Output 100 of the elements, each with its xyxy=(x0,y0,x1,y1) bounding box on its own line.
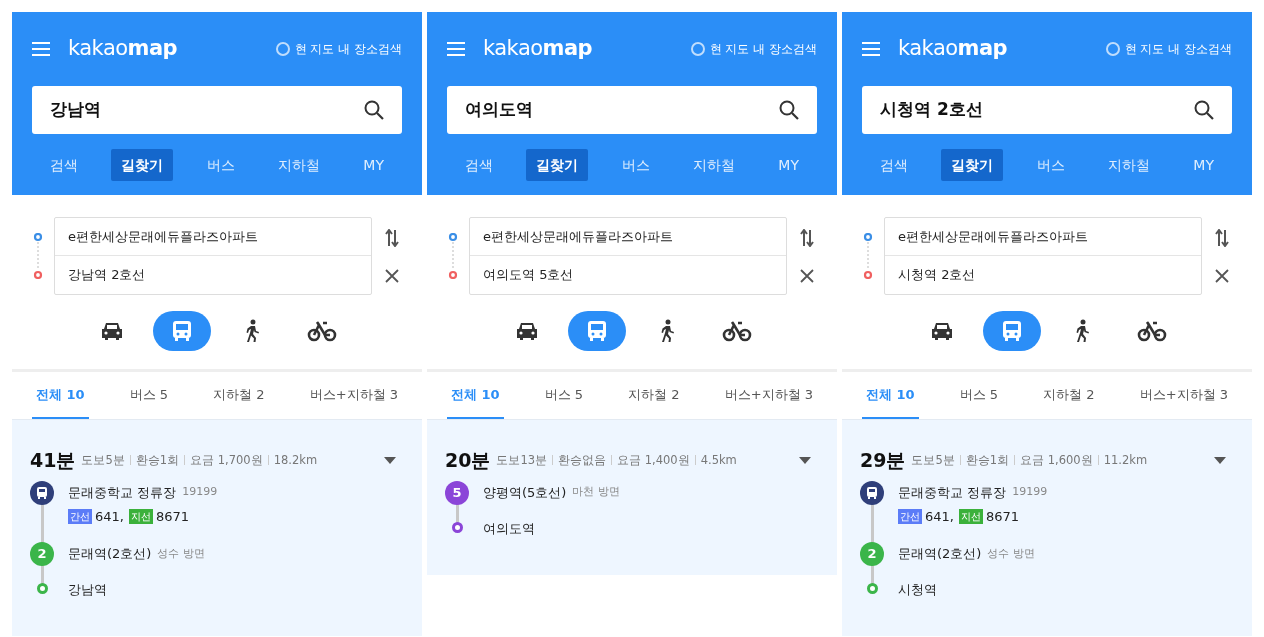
result-card[interactable]: 29분 도보5분 환승1회 요금 1,600원 11.2km 문래중학교 정류장 19199 간선 641, 지선 8671 2 문래역(2호선) 성수 방면 시청역 xyxy=(842,419,1252,636)
route-summary: 도보13분 xyxy=(496,451,548,469)
route-summary: 환승1회 xyxy=(135,451,180,469)
result-tab[interactable]: 지하철 2 xyxy=(1039,372,1099,419)
result-tab[interactable]: 버스 5 xyxy=(125,372,173,419)
origin-field[interactable]: e편한세상문래에듀플라즈아파트 xyxy=(885,218,1201,256)
stop-id: 19199 xyxy=(182,484,218,501)
stop-name: 문래역(2호선) xyxy=(68,545,152,564)
bus-number: 8671 xyxy=(985,507,1020,526)
nav-tab[interactable]: 길찾기 xyxy=(111,149,174,181)
route-summary: 환승없음 xyxy=(558,451,607,469)
line-badge: 2 xyxy=(30,542,54,566)
bus-icon xyxy=(586,320,608,342)
search-icon[interactable] xyxy=(1194,100,1214,120)
car-icon xyxy=(515,321,539,341)
route-dots-icon xyxy=(447,233,459,279)
search-field[interactable]: 강남역 xyxy=(32,86,402,134)
route-dots-icon xyxy=(862,233,874,279)
route-duration: 20분 xyxy=(445,448,491,473)
stop-name: 양평역(5호선) xyxy=(483,483,567,502)
kakaomap-logo: kakaomap xyxy=(68,35,178,63)
bus-stop-icon xyxy=(30,480,54,505)
stop-name: 문래중학교 정류장 xyxy=(68,483,177,502)
bicycle-icon xyxy=(1137,320,1167,342)
bicycle-icon xyxy=(307,320,337,342)
stop-id: 19199 xyxy=(1012,484,1048,501)
menu-icon[interactable] xyxy=(32,41,50,57)
stop-name: 여의도역 xyxy=(483,519,535,538)
swap-icon[interactable] xyxy=(1215,229,1229,247)
route-duration: 41분 xyxy=(30,448,76,473)
bus-number: 641, xyxy=(95,507,124,526)
menu-icon[interactable] xyxy=(447,41,465,57)
scope-label: 현 지도 내 장소검색 xyxy=(1124,41,1232,58)
radio-button[interactable] xyxy=(275,42,290,56)
result-tab[interactable]: 버스 5 xyxy=(540,372,588,419)
search-field[interactable]: 시청역 2호선 xyxy=(862,86,1232,134)
bus-icon xyxy=(1001,320,1023,342)
menu-icon[interactable] xyxy=(862,41,880,57)
search-icon[interactable] xyxy=(779,100,799,120)
dropdown-icon[interactable] xyxy=(799,456,811,464)
destination-field[interactable]: 강남역 2호선 xyxy=(55,256,371,294)
route-summary: 18.2km xyxy=(273,451,318,469)
bus-number: 8671 xyxy=(155,507,190,526)
origin-field[interactable]: e편한세상문래에듀플라즈아파트 xyxy=(470,218,786,256)
origin-field[interactable]: e편한세상문래에듀플라즈아파트 xyxy=(55,218,371,256)
route-summary: 11.2km xyxy=(1103,451,1148,469)
swap-icon[interactable] xyxy=(800,229,814,247)
bicycle-icon xyxy=(722,320,752,342)
route-summary: 요금 1,400원 xyxy=(617,451,690,469)
result-tab[interactable]: 지하철 2 xyxy=(209,372,269,419)
route-summary: 요금 1,700원 xyxy=(190,451,263,469)
bus-number: 641, xyxy=(925,507,954,526)
kakaomap-logo: kakaomap xyxy=(483,35,593,63)
swap-icon[interactable] xyxy=(385,229,399,247)
bus-type-tag: 간선 xyxy=(68,508,92,524)
direction-label: 성수 방면 xyxy=(987,545,1035,562)
direction-label: 마천 방면 xyxy=(572,484,620,501)
bus-icon xyxy=(171,320,193,342)
stop-name: 문래중학교 정류장 xyxy=(898,483,1007,502)
close-icon[interactable] xyxy=(385,269,399,283)
bus-stop-icon xyxy=(860,480,884,505)
radio-button[interactable] xyxy=(690,42,705,56)
route-summary: 도보5분 xyxy=(81,451,125,469)
bus-type-tag: 간선 xyxy=(898,508,922,524)
car-icon xyxy=(100,321,124,341)
destination-field[interactable]: 여의도역 5호선 xyxy=(470,256,786,294)
nav-tab[interactable]: 길찾기 xyxy=(941,149,1004,181)
close-icon[interactable] xyxy=(800,269,814,283)
stop-name: 문래역(2호선) xyxy=(898,545,982,564)
destination-field[interactable]: 시청역 2호선 xyxy=(885,256,1201,294)
result-tab[interactable]: 버스+지하철 3 xyxy=(720,372,817,419)
kakaomap-logo: kakaomap xyxy=(898,35,1008,63)
direction-label: 성수 방면 xyxy=(157,545,205,562)
route-summary: 요금 1,600원 xyxy=(1020,451,1093,469)
nav-tab[interactable]: 길찾기 xyxy=(526,149,589,181)
route-summary: 도보5분 xyxy=(911,451,955,469)
stop-name: 강남역 xyxy=(68,581,107,600)
result-tab[interactable]: 버스+지하철 3 xyxy=(1135,372,1232,419)
scope-label: 현 지도 내 장소검색 xyxy=(709,41,817,58)
radio-button[interactable] xyxy=(1105,42,1120,56)
result-card[interactable]: 20분 도보13분 환승없음 요금 1,400원 4.5km 5 양평역(5호선) 마천 방면 여의도역 xyxy=(427,419,837,575)
search-icon[interactable] xyxy=(364,100,384,120)
dropdown-icon[interactable] xyxy=(384,456,396,464)
bus-type-tag: 지선 xyxy=(128,508,153,524)
route-summary: 환승1회 xyxy=(965,451,1010,469)
route-dots-icon xyxy=(32,233,44,279)
result-tab[interactable]: 버스 5 xyxy=(955,372,1003,419)
route-duration: 29분 xyxy=(860,448,906,473)
line-badge: 2 xyxy=(860,542,884,566)
stop-name: 시청역 xyxy=(898,581,937,600)
close-icon[interactable] xyxy=(1215,269,1229,283)
result-card[interactable]: 41분 도보5분 환승1회 요금 1,700원 18.2km 문래중학교 정류장 19199 간선 641, 지선 8671 2 문래역(2호선) 성수 방면 강남역 xyxy=(12,419,422,636)
dropdown-icon[interactable] xyxy=(1214,456,1226,464)
route-summary: 4.5km xyxy=(700,451,737,469)
line-badge: 5 xyxy=(445,480,469,505)
bus-type-tag: 지선 xyxy=(958,508,983,524)
result-tab[interactable]: 버스+지하철 3 xyxy=(305,372,402,419)
result-tab[interactable]: 지하철 2 xyxy=(624,372,684,419)
search-field[interactable]: 여의도역 xyxy=(447,86,817,134)
scope-label: 현 지도 내 장소검색 xyxy=(294,41,402,58)
